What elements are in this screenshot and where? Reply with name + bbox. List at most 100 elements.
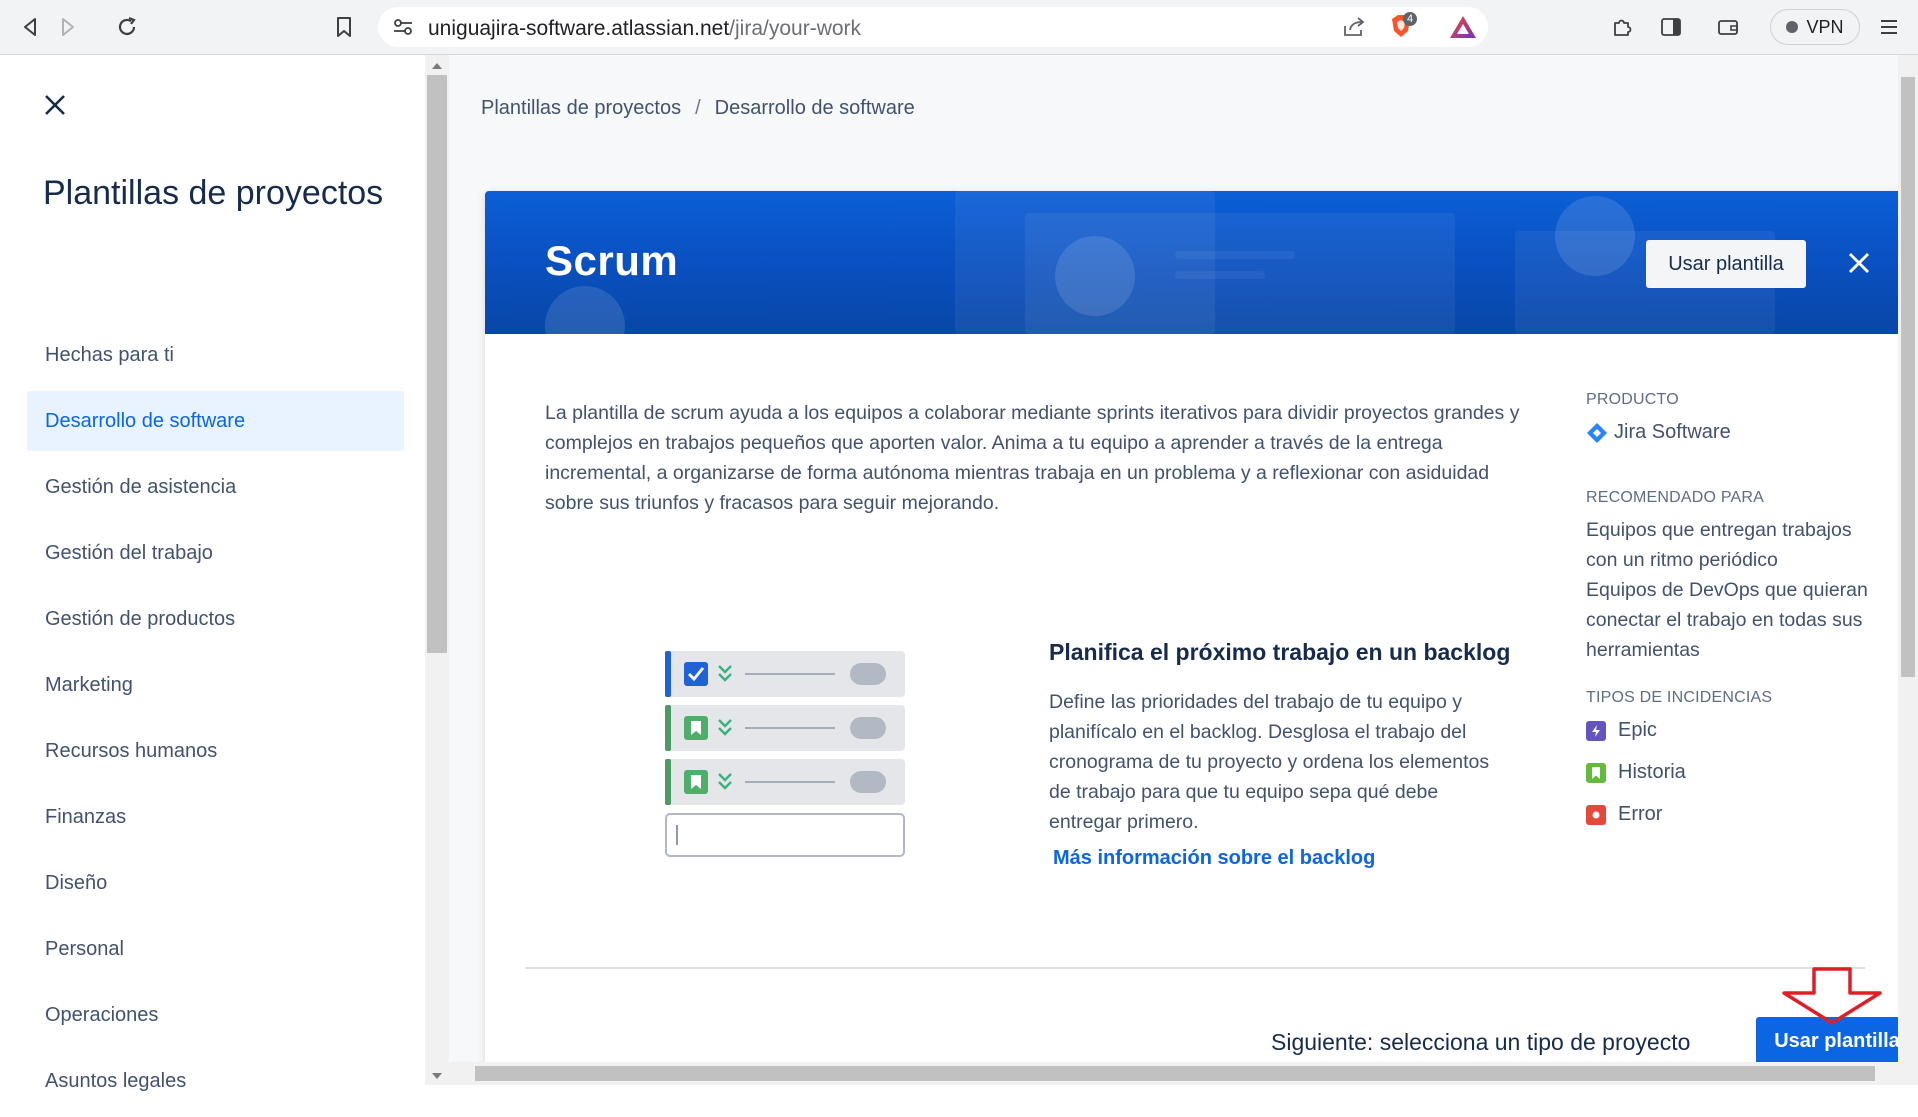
site-settings-icon[interactable] (392, 18, 414, 36)
use-template-header-button[interactable]: Usar plantilla (1646, 240, 1806, 288)
page-scrollbar-thumb[interactable] (1901, 77, 1915, 677)
address-bar[interactable]: uniguajira-software.atlassian.net/jira/y… (378, 7, 1488, 47)
issue-type-error: Error (1586, 803, 1662, 826)
sidebar-item-gestion-de-asistencia[interactable]: Gestión de asistencia (27, 457, 404, 517)
backlog-row-task (665, 651, 905, 697)
template-detail-panel: Scrum Usar plantilla La plantilla de scr… (485, 191, 1898, 1071)
recommended-heading: RECOMENDADO PARA (1586, 489, 1765, 506)
banner-decoration (1175, 251, 1295, 259)
next-step-text: Siguiente: selecciona un tipo de proyect… (1271, 1029, 1691, 1055)
sidebar-item-operaciones[interactable]: Operaciones (27, 985, 404, 1045)
category-list: Hechas para ti Desarrollo de software Ge… (27, 325, 404, 1117)
issue-type-label: Historia (1618, 761, 1686, 783)
jira-software-icon (1587, 422, 1607, 443)
close-template-button[interactable] (1843, 247, 1875, 279)
reload-icon (118, 16, 136, 36)
banner-decoration (1555, 196, 1635, 276)
footer-divider (525, 967, 1865, 969)
page-scrollbar[interactable] (1898, 55, 1918, 1085)
sidebar-item-gestion-del-trabajo[interactable]: Gestión del trabajo (27, 523, 404, 583)
sidebar-item-recursos-humanos[interactable]: Recursos humanos (27, 721, 404, 781)
feature-title: Planifica el próximo trabajo en un backl… (1049, 639, 1511, 665)
horizontal-scrollbar-thumb[interactable] (475, 1066, 1875, 1081)
breadcrumb-separator: / (695, 97, 701, 119)
sidebar-title: Plantillas de proyectos (43, 174, 384, 212)
hamburger-icon (1881, 20, 1897, 34)
extensions-button[interactable] (1607, 12, 1637, 42)
recommended-item: Equipos de DevOps que quieran conectar e… (1586, 579, 1868, 661)
product-name: Jira Software (1614, 421, 1731, 443)
backlog-new-item-input (665, 813, 905, 857)
template-banner: Scrum Usar plantilla (485, 191, 1898, 334)
close-icon (1849, 253, 1869, 273)
url-host: uniguajira-software.atlassian.net (428, 17, 730, 40)
url-path: /jira/your-work (729, 17, 862, 40)
reload-button[interactable] (112, 12, 142, 42)
breadcrumb-root-link[interactable]: Plantillas de proyectos (481, 97, 681, 119)
story-icon (1586, 762, 1606, 783)
sidebar-scrollbar[interactable] (425, 55, 449, 1085)
close-icon (45, 95, 65, 115)
product-row: Jira Software (1586, 421, 1731, 444)
sidebar-item-desarrollo-de-software[interactable]: Desarrollo de software (27, 391, 404, 451)
forward-icon (62, 18, 74, 36)
issue-type-historia: Historia (1586, 761, 1686, 784)
scroll-down-arrow-icon[interactable] (432, 1073, 442, 1079)
sidebar-item-diseno[interactable]: Diseño (27, 853, 404, 913)
template-title: Scrum (545, 237, 679, 284)
sidebar-item-marketing[interactable]: Marketing (27, 655, 404, 715)
issue-type-epic: Epic (1586, 719, 1657, 742)
wallet-button[interactable] (1713, 12, 1743, 42)
horizontal-scrollbar[interactable] (449, 1062, 1898, 1085)
banner-decoration (545, 286, 625, 334)
bug-icon (1586, 804, 1606, 825)
vpn-button[interactable]: VPN (1770, 9, 1860, 45)
sidebar-item-personal[interactable]: Personal (27, 919, 404, 979)
main-content: Plantillas de proyectos / Desarrollo de so… (449, 55, 1898, 1071)
back-button[interactable] (16, 12, 46, 42)
forward-button[interactable] (52, 12, 82, 42)
feature-description: Define las prioridades del trabajo de tu… (1049, 691, 1490, 833)
sidebar-item-asuntos-legales[interactable]: Asuntos legales (27, 1051, 404, 1111)
backlog-row-story (665, 705, 905, 751)
browser-menu-button[interactable] (1874, 12, 1904, 42)
backlog-illustration (665, 651, 905, 857)
browser-toolbar: uniguajira-software.atlassian.net/jira/y… (0, 0, 1918, 55)
rewards-triangle-icon (1450, 16, 1476, 38)
template-description: La plantilla de scrum ayuda a los equipo… (545, 402, 1520, 514)
templates-sidebar: Plantillas de proyectos Hechas para ti D… (0, 55, 425, 1092)
issue-type-label: Error (1618, 803, 1663, 825)
sidebar-item-hechas-para-ti[interactable]: Hechas para ti (27, 325, 404, 385)
breadcrumb: Plantillas de proyectos / Desarrollo de so… (481, 97, 915, 120)
bookmark-button[interactable] (329, 12, 359, 42)
sidebar-panel-icon (1661, 18, 1681, 36)
backlog-info-link[interactable]: Más información sobre el backlog (1053, 847, 1375, 870)
epic-icon (1586, 720, 1606, 741)
sidebar-item-finanzas[interactable]: Finanzas (27, 787, 404, 847)
share-icon[interactable] (1342, 16, 1366, 38)
bookmark-icon (337, 17, 351, 37)
sidebar-scrollbar-thumb[interactable] (427, 75, 447, 653)
product-heading: PRODUCTO (1586, 391, 1679, 408)
puzzle-icon (1614, 19, 1632, 36)
vpn-status-icon (1786, 21, 1799, 33)
recommended-item: Equipos que entregan trabajos con un rit… (1586, 519, 1852, 571)
scroll-up-arrow-icon[interactable] (432, 63, 442, 69)
annotation-arrow-icon (1782, 967, 1882, 1025)
vpn-label: VPN (1806, 16, 1844, 37)
issue-type-label: Epic (1618, 719, 1657, 741)
shield-count-badge: 4 (1403, 12, 1418, 26)
wallet-icon (1718, 20, 1738, 35)
sidebar-item-gestion-de-productos[interactable]: Gestión de productos (27, 589, 404, 649)
banner-decoration (1055, 236, 1135, 316)
back-icon (24, 18, 36, 36)
sidebar-toggle-button[interactable] (1656, 12, 1686, 42)
issue-types-heading: TIPOS DE INCIDENCIAS (1586, 689, 1773, 706)
brave-rewards-button[interactable] (1448, 14, 1478, 45)
url-text[interactable]: uniguajira-software.atlassian.net/jira/y… (428, 17, 861, 41)
close-sidebar-button[interactable] (38, 88, 72, 122)
banner-decoration (1175, 271, 1265, 279)
brave-shield-button[interactable]: 4 (1386, 12, 1418, 48)
breadcrumb-current[interactable]: Desarrollo de software (715, 97, 915, 119)
backlog-row-story (665, 759, 905, 805)
